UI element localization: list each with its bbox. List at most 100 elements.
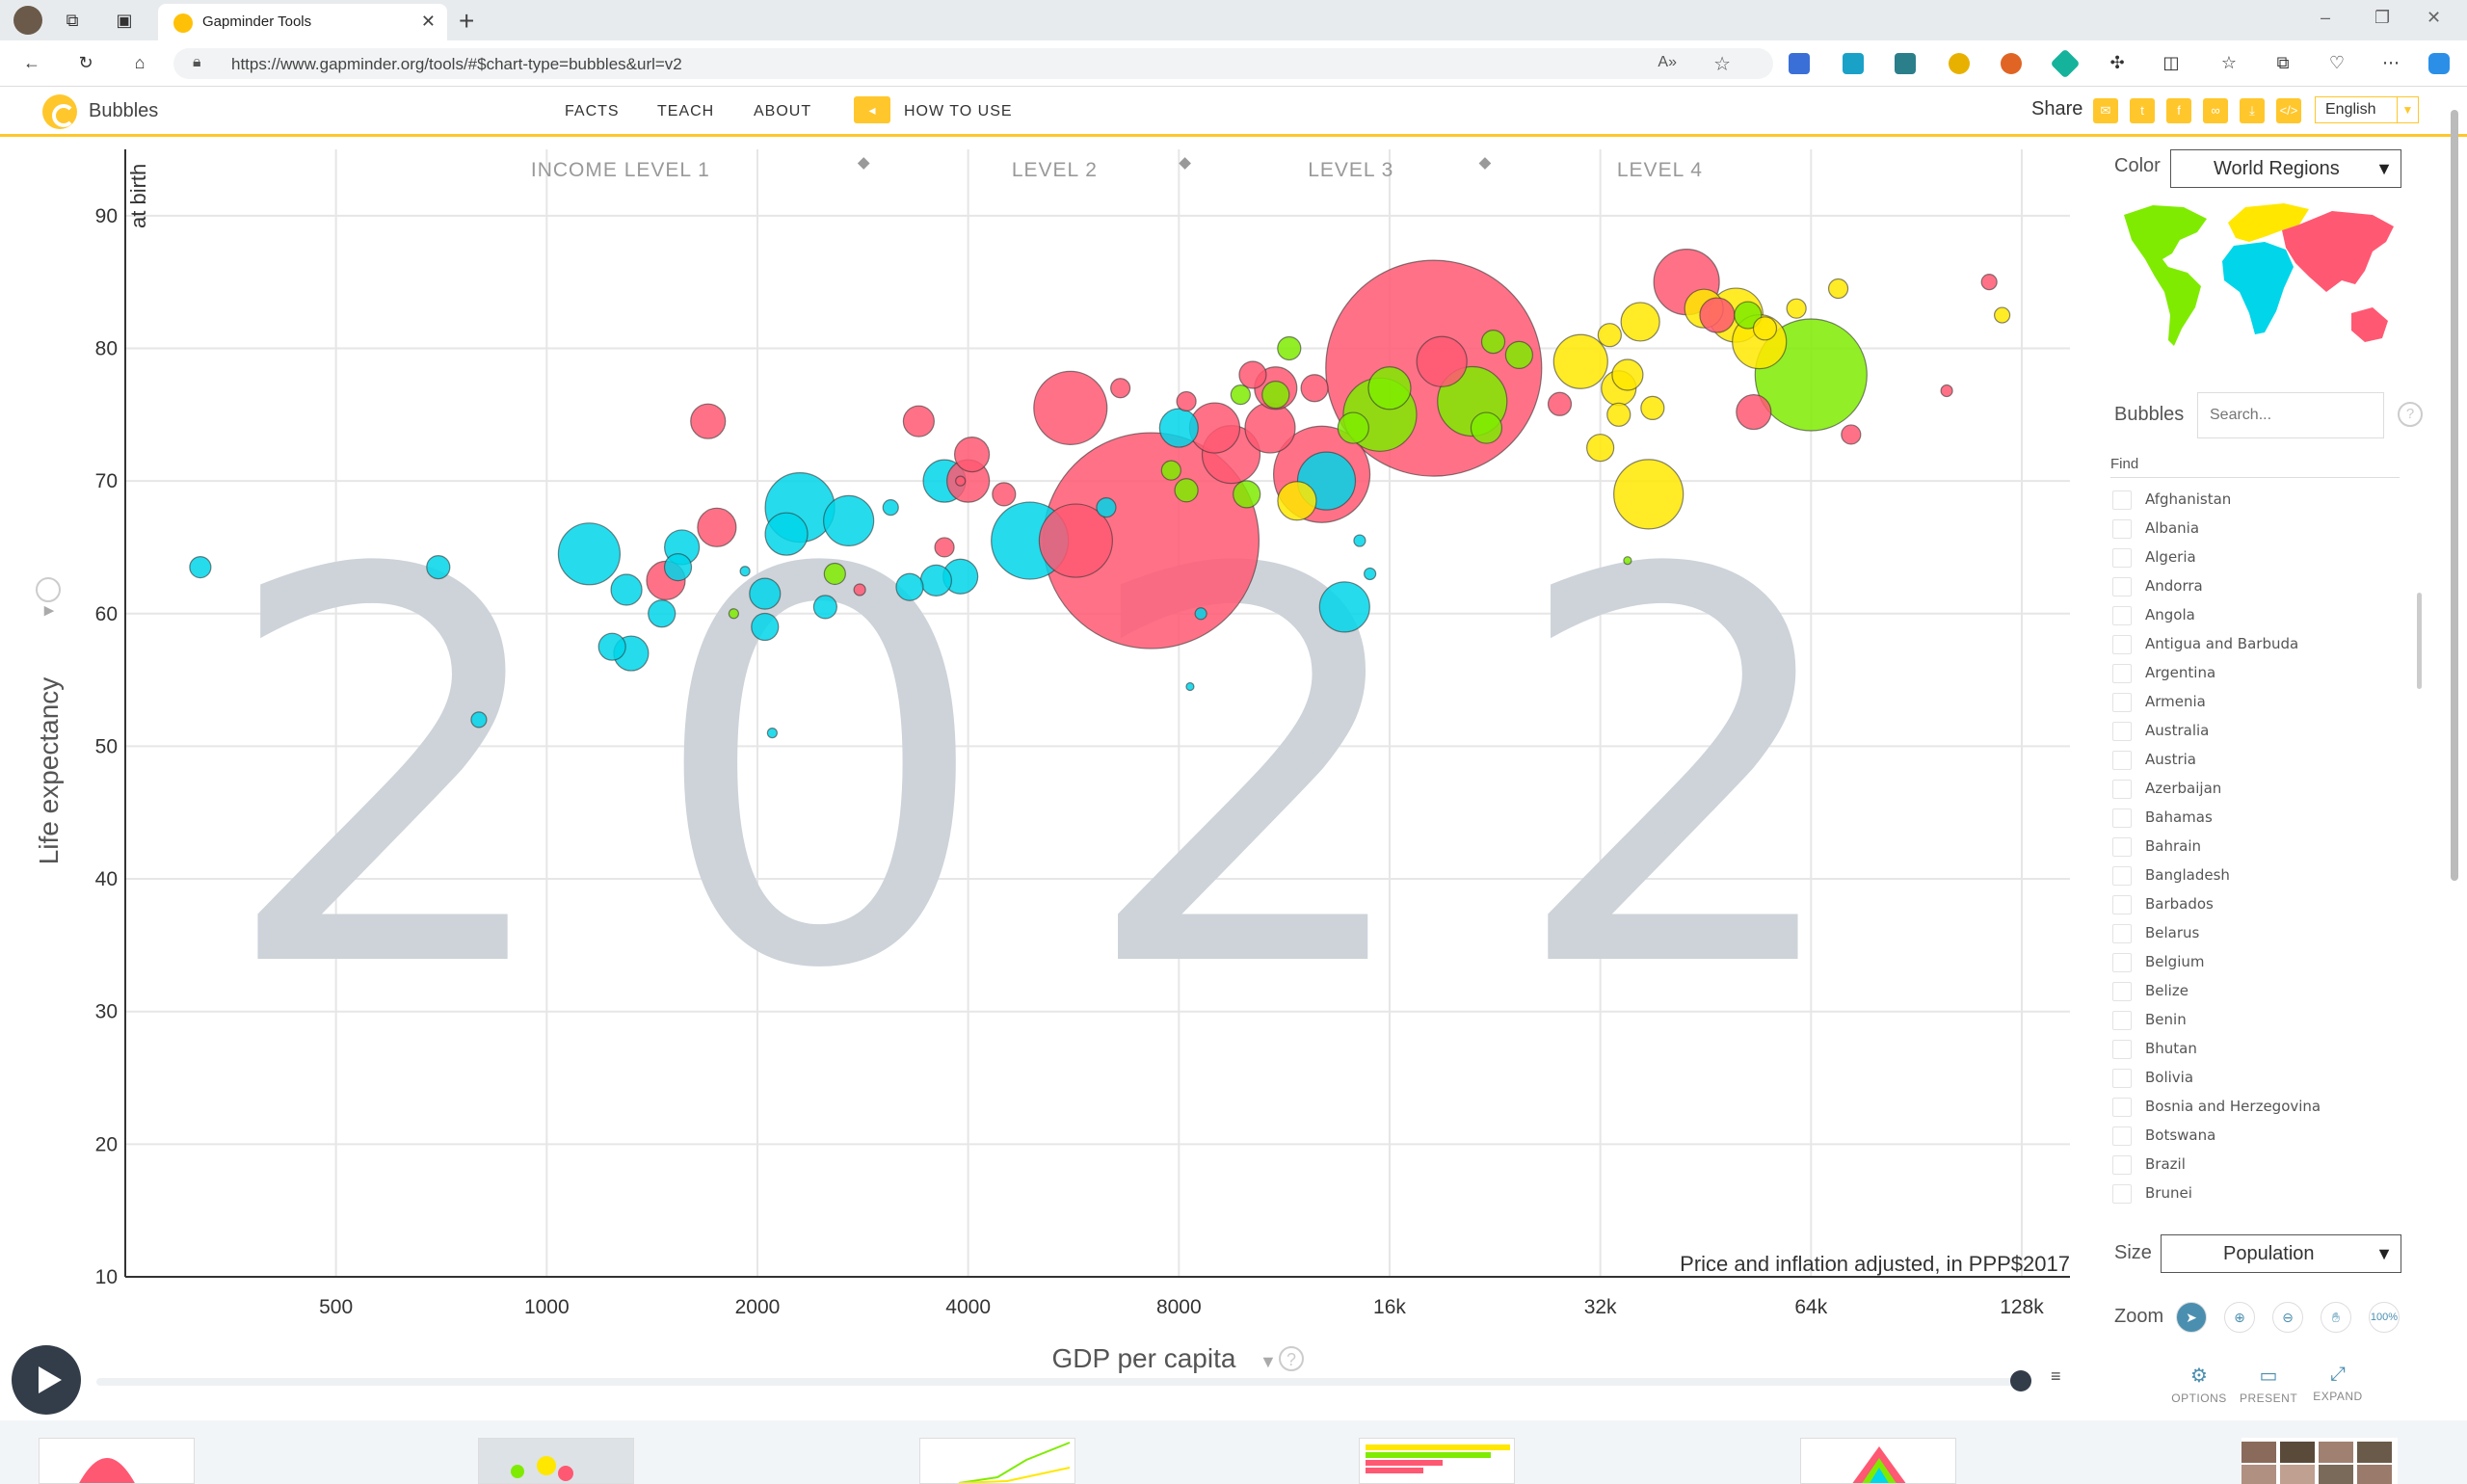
bubble[interactable]	[1752, 316, 1778, 341]
bubble[interactable]	[751, 612, 780, 642]
tool-thumbnail-maps[interactable]	[478, 1438, 634, 1484]
options-button[interactable]: ⚙ OPTIONS	[2170, 1364, 2228, 1405]
country-checkbox[interactable]	[2112, 1040, 2132, 1059]
bubble[interactable]	[1277, 335, 1302, 361]
bubble[interactable]	[189, 555, 212, 579]
country-checkbox[interactable]	[2112, 693, 2132, 712]
present-button[interactable]: ▭ PRESENT	[2240, 1364, 2297, 1405]
country-checkbox[interactable]	[2112, 895, 2132, 914]
bubble[interactable]	[426, 554, 451, 580]
country-item[interactable]: Barbados	[2110, 889, 2419, 918]
gapminder-logo-icon[interactable]	[42, 94, 77, 129]
bubble[interactable]	[697, 507, 737, 547]
tool-thumbnail-dollarstreet[interactable]	[2242, 1438, 2398, 1484]
bubble[interactable]	[955, 475, 967, 487]
country-item[interactable]: Benin	[2110, 1005, 2419, 1034]
back-icon[interactable]: ←	[21, 52, 42, 73]
country-checkbox[interactable]	[2112, 866, 2132, 886]
refresh-icon[interactable]: ↻	[75, 52, 96, 73]
country-item[interactable]: Albania	[2110, 514, 2419, 543]
bubble[interactable]	[690, 403, 727, 439]
country-item[interactable]: Brazil	[2110, 1150, 2419, 1179]
minimize-icon[interactable]: –	[2321, 8, 2330, 28]
bubble[interactable]	[1318, 581, 1370, 633]
bubble[interactable]	[1364, 567, 1377, 581]
bubble[interactable]	[1613, 459, 1684, 530]
bubble[interactable]	[1841, 424, 1862, 445]
bubble[interactable]	[1504, 340, 1533, 369]
bubble[interactable]	[1174, 478, 1199, 503]
extension-icon-1[interactable]	[1789, 53, 1810, 74]
bubble[interactable]	[895, 572, 924, 601]
bubble[interactable]	[610, 573, 643, 606]
country-checkbox[interactable]	[2112, 751, 2132, 770]
country-checkbox[interactable]	[2112, 577, 2132, 596]
country-checkbox[interactable]	[2112, 1098, 2132, 1117]
country-item[interactable]: Afghanistan	[2110, 485, 2419, 514]
country-item[interactable]: Bhutan	[2110, 1034, 2419, 1063]
country-checkbox[interactable]	[2112, 953, 2132, 972]
bubble[interactable]	[1337, 411, 1369, 444]
country-checkbox[interactable]	[2112, 808, 2132, 828]
bubble[interactable]	[812, 595, 837, 620]
bubble[interactable]	[648, 599, 676, 628]
share-embed-icon[interactable]: </>	[2276, 98, 2301, 123]
country-checkbox[interactable]	[2112, 837, 2132, 857]
bubble[interactable]	[953, 436, 991, 473]
tool-thumbnail-popbyage[interactable]	[1800, 1438, 1956, 1484]
vertical-tabs-icon[interactable]: ▣	[114, 10, 135, 31]
tool-thumbnail-mountains[interactable]	[39, 1438, 195, 1484]
country-checkbox[interactable]	[2112, 780, 2132, 799]
country-item[interactable]: Botswana	[2110, 1121, 2419, 1150]
bubbles-search-input[interactable]	[2197, 392, 2384, 438]
country-item[interactable]: Argentina	[2110, 658, 2419, 687]
bubble[interactable]	[1552, 333, 1608, 389]
bubble[interactable]	[1300, 374, 1329, 403]
country-checkbox[interactable]	[2112, 924, 2132, 943]
country-checkbox[interactable]	[2112, 635, 2132, 654]
how-to-use-icon[interactable]: ◂	[854, 96, 890, 123]
help-icon[interactable]: ?	[2398, 402, 2423, 427]
bubble[interactable]	[882, 499, 899, 517]
country-checkbox[interactable]	[2112, 982, 2132, 1001]
bubble[interactable]	[823, 494, 875, 547]
time-slider-handle[interactable]	[2010, 1370, 2031, 1391]
bubble[interactable]	[1606, 402, 1631, 427]
bubble[interactable]	[1623, 556, 1632, 566]
country-checkbox[interactable]	[2112, 722, 2132, 741]
country-checkbox[interactable]	[2112, 1069, 2132, 1088]
country-item[interactable]: Antigua and Barbuda	[2110, 629, 2419, 658]
bubble[interactable]	[1786, 298, 1807, 319]
bubble[interactable]	[1230, 384, 1251, 406]
bubble[interactable]	[663, 552, 693, 582]
bubble[interactable]	[1367, 366, 1412, 411]
country-item[interactable]: Andorra	[2110, 571, 2419, 600]
bubble[interactable]	[1586, 434, 1615, 463]
country-item[interactable]: Australia	[2110, 716, 2419, 745]
more-menu-icon[interactable]: ⋯	[2380, 52, 2401, 73]
speed-menu-icon[interactable]: ≡	[2051, 1366, 2061, 1387]
extension-icon-4[interactable]	[1949, 53, 1970, 74]
y-axis-dropdown-arrow-icon[interactable]: ▼	[39, 602, 58, 620]
workspaces-icon[interactable]: ⧉	[62, 10, 83, 31]
page-scrollbar[interactable]	[2448, 91, 2461, 1478]
country-item[interactable]: Belize	[2110, 976, 2419, 1005]
bubble[interactable]	[1353, 534, 1366, 547]
country-item[interactable]: Azerbaijan	[2110, 774, 2419, 803]
collections-icon[interactable]: ⧉	[2272, 52, 2294, 73]
favorites-icon[interactable]: ☆	[2218, 52, 2240, 73]
nav-teach[interactable]: TEACH	[657, 103, 714, 120]
extension-icon-2[interactable]	[1843, 53, 1864, 74]
chart-svg[interactable]: 2022INCOME LEVEL 1 LEVEL 2 LEVEL 3 LEVEL 41…	[0, 140, 2120, 1402]
how-to-use-link[interactable]: HOW TO USE	[904, 103, 1013, 120]
bubble[interactable]	[766, 728, 778, 739]
bubble[interactable]	[934, 537, 955, 558]
share-email-icon[interactable]: ✉	[2093, 98, 2118, 123]
bubble[interactable]	[1110, 378, 1131, 399]
country-checkbox[interactable]	[2112, 519, 2132, 539]
pan-hand-icon[interactable]: ✋︎	[2321, 1302, 2351, 1333]
split-screen-icon[interactable]: ◫	[2161, 52, 2182, 73]
x-axis-title[interactable]: GDP per capita	[1052, 1343, 1236, 1373]
bubble[interactable]	[1547, 391, 1573, 416]
bubble[interactable]	[557, 522, 622, 586]
